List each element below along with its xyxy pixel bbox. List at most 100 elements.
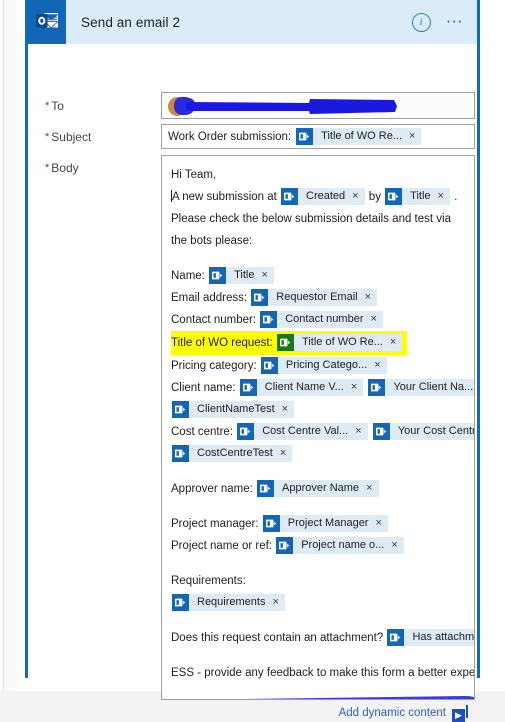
token-chip[interactable]: Client Name V... ×	[239, 379, 364, 397]
body-field-label: Requirements:	[171, 575, 246, 587]
feedback-input-redacted[interactable]	[171, 684, 474, 699]
token-chip[interactable]: Title of WO Re... ×	[277, 334, 403, 352]
body-field-row: Title of WO request: Title of WO Re... ×	[171, 331, 466, 355]
token-remove-icon[interactable]: ×	[366, 480, 378, 497]
add-dynamic-content-link[interactable]: Add dynamic content ▶	[338, 704, 468, 722]
body-field-label: Client name:	[171, 382, 239, 394]
token-remove-icon[interactable]: ×	[351, 379, 363, 396]
token-chip[interactable]: Requestor Email ×	[251, 289, 378, 307]
token-chip[interactable]: Contact number ×	[260, 311, 383, 329]
required-asterisk: *	[45, 162, 50, 174]
body-field-label: Project name or ref:	[171, 540, 276, 552]
body-footer: Add dynamic content ▶	[28, 704, 477, 722]
avatar	[168, 97, 187, 116]
body-intro: A new submission at Created × by Title × .…	[171, 188, 458, 247]
subject-input[interactable]: Work Order submission: Title of WO Re...…	[161, 124, 475, 149]
ellipsis-glyph: ⋯	[445, 12, 465, 31]
body-field-row-continued: Requirements ×	[171, 592, 466, 614]
sharepoint-token-icon	[172, 594, 189, 612]
body-rich-text[interactable]: Hi Team, A new submission at Created × by …	[162, 156, 475, 699]
send-an-email-action-card[interactable]: Send an email 2 i ⋯ * To * Subject Work …	[25, 0, 480, 722]
token-label: Title of WO Re...	[302, 336, 383, 349]
sharepoint-token-icon	[277, 334, 295, 352]
token-label: Approver Name	[282, 482, 360, 495]
redaction-scribble-feedback	[246, 696, 474, 699]
token-label: ClientNameTest	[197, 403, 275, 416]
token-chip[interactable]: Project Manager ×	[262, 515, 388, 533]
body-field-row: Name: Title ×	[171, 265, 466, 287]
token-label: Cost Centre Val...	[262, 425, 349, 438]
to-input[interactable]	[161, 92, 475, 119]
token-remove-icon[interactable]: ×	[374, 357, 386, 374]
token-label: Pricing Catego...	[285, 359, 368, 372]
required-asterisk: *	[45, 131, 50, 143]
sharepoint-token-icon	[281, 188, 299, 206]
body-input[interactable]: Hi Team, A new submission at Created × by …	[161, 155, 475, 700]
info-icon[interactable]: i	[407, 8, 435, 36]
insert-token-icon[interactable]: ▶	[452, 708, 465, 722]
body-field-label: Approver name:	[171, 483, 257, 495]
body-field-label: Does this request contain an attachment?	[171, 632, 387, 644]
token-label: Contact number	[285, 313, 364, 326]
token-remove-icon[interactable]: ×	[390, 334, 402, 351]
token-chip[interactable]: Requirements ×	[172, 594, 285, 612]
token-chip[interactable]: Approver Name ×	[257, 480, 379, 498]
token-chip[interactable]: Created ×	[281, 188, 365, 206]
flow-designer-canvas: Send an email 2 i ⋯ * To * Subject Work …	[0, 0, 505, 722]
sharepoint-token-icon	[262, 515, 280, 533]
body-field-label: Project manager:	[171, 518, 262, 530]
body-field-row: Project name or ref: Project name o... ×	[171, 535, 466, 557]
sharepoint-token-icon	[387, 629, 405, 647]
sharepoint-token-icon	[172, 401, 189, 419]
more-options-icon[interactable]: ⋯	[441, 8, 469, 36]
add-dynamic-content-label: Add dynamic content	[338, 706, 446, 719]
token-remove-icon[interactable]: ×	[370, 311, 382, 328]
body-field-row-continued: ClientNameTest ×	[171, 399, 466, 421]
sharepoint-token-icon	[260, 311, 278, 329]
token-remove-icon[interactable]: ×	[409, 128, 421, 145]
token-remove-icon[interactable]: ×	[391, 537, 403, 554]
sharepoint-token-icon	[260, 357, 278, 375]
token-chip[interactable]: ClientNameTest ×	[172, 401, 295, 419]
highlighted-row: Title of WO request: Title of WO Re... ×	[171, 331, 408, 355]
token-remove-icon[interactable]: ×	[261, 267, 273, 284]
token-remove-icon[interactable]: ×	[272, 594, 284, 611]
token-chip[interactable]: Has attachments×	[387, 629, 475, 647]
header-actions: i ⋯	[407, 0, 469, 44]
body-field-label: Contact number:	[171, 314, 260, 326]
token-chip[interactable]: CostCentreTest ×	[172, 445, 293, 463]
sharepoint-token-icon	[296, 128, 314, 145]
token-remove-icon[interactable]: ×	[365, 289, 377, 306]
body-greeting: Hi Team,	[171, 169, 217, 181]
sharepoint-token-icon	[385, 188, 403, 206]
token-chip[interactable]: Title ×	[385, 188, 450, 206]
token-label: Has attachments	[412, 631, 475, 644]
token-remove-icon[interactable]: ×	[375, 515, 387, 532]
outlook-icon	[28, 0, 66, 44]
token-remove-icon[interactable]: ×	[355, 423, 367, 440]
token-chip[interactable]: Cost Centre Val... ×	[237, 423, 368, 441]
token-remove-icon[interactable]: ×	[438, 188, 450, 205]
token-chip[interactable]: Project name o... ×	[276, 537, 404, 555]
token-chip[interactable]: Your Client Na...×	[368, 379, 474, 397]
info-glyph: i	[411, 12, 431, 32]
card-header[interactable]: Send an email 2 i ⋯	[28, 0, 477, 44]
insert-token-bar	[466, 704, 468, 718]
body-field-label: Cost centre:	[171, 426, 237, 438]
body-field-row: Email address: Requestor Email ×	[171, 287, 466, 309]
sharepoint-token-icon	[237, 423, 255, 441]
required-asterisk: *	[45, 100, 50, 112]
token-label: Title	[234, 269, 255, 282]
token-remove-icon[interactable]: ×	[282, 401, 294, 418]
body-field-row: Cost centre: Cost Centre Val... × Your Co…	[171, 421, 474, 443]
token-chip[interactable]: Title ×	[209, 267, 274, 285]
token-label: Project Manager	[287, 517, 369, 530]
token-chip[interactable]: Title of WO Re... ×	[296, 128, 422, 145]
token-chip[interactable]: Your Cost Centre×	[372, 423, 474, 441]
body-field-row: Project manager: Project Manager ×	[171, 513, 466, 535]
token-remove-icon[interactable]: ×	[280, 445, 292, 462]
token-remove-icon[interactable]: ×	[352, 188, 364, 205]
sharepoint-token-icon	[276, 537, 294, 555]
token-chip[interactable]: Pricing Catego... ×	[260, 357, 387, 375]
token-label: Client Name V...	[264, 381, 344, 394]
